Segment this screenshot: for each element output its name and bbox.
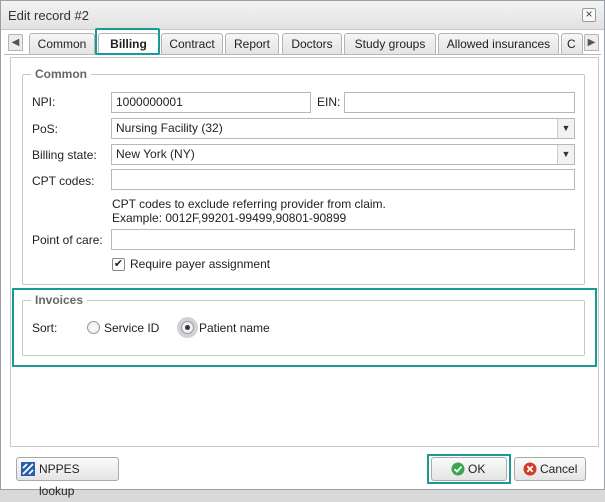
check-circle-icon: [451, 462, 465, 476]
chevron-down-icon[interactable]: ▼: [557, 119, 574, 138]
ein-input[interactable]: [344, 92, 575, 113]
nppes-logo-icon: [21, 462, 35, 476]
pos-select[interactable]: Nursing Facility (32) ▼: [111, 118, 575, 139]
tab-study-groups[interactable]: Study groups: [344, 33, 436, 54]
require-payer-checkbox[interactable]: ✔: [112, 258, 125, 271]
cpt-note-line1: CPT codes to exclude referring provider …: [112, 197, 386, 211]
edit-record-dialog: Edit record #2 × ◀ Common Billing Contra…: [0, 0, 605, 498]
sort-service-id-radio[interactable]: [87, 321, 100, 334]
cpt-note-line2: Example: 0012F,99201-99499,90801-90899: [112, 211, 347, 225]
billing-state-select[interactable]: New York (NY) ▼: [111, 144, 575, 165]
close-icon[interactable]: ×: [582, 8, 596, 22]
ein-label: EIN:: [317, 95, 341, 109]
sort-patient-name-label[interactable]: Patient name: [199, 321, 270, 335]
billing-state-label: Billing state:: [32, 148, 97, 162]
tab-scroll-left-icon[interactable]: ◀: [8, 34, 23, 51]
dialog-titlebar[interactable]: Edit record #2 ×: [1, 1, 604, 30]
tab-common[interactable]: Common: [29, 33, 95, 54]
ok-label: OK: [468, 462, 486, 476]
cancel-button[interactable]: Cancel: [514, 457, 586, 481]
pos-label: PoS:: [32, 122, 59, 136]
common-legend: Common: [31, 67, 91, 81]
tab-overflow[interactable]: C: [561, 33, 583, 54]
cancel-icon: [523, 462, 537, 476]
nppes-lookup-button[interactable]: NPPES lookup: [16, 457, 119, 498]
tab-doctors[interactable]: Doctors: [282, 33, 342, 54]
point-of-care-input[interactable]: [111, 229, 575, 250]
sort-patient-name-radio[interactable]: [181, 321, 194, 334]
chevron-down-icon[interactable]: ▼: [557, 145, 574, 164]
tab-strip: ◀ Common Billing Contract Report Doctors…: [4, 30, 601, 55]
point-of-care-label: Point of care:: [32, 233, 103, 247]
billing-tab-highlight: [95, 28, 160, 55]
sort-service-id-label[interactable]: Service ID: [104, 321, 159, 335]
cpt-codes-input[interactable]: [111, 169, 575, 190]
cancel-label: Cancel: [540, 462, 578, 476]
npi-input[interactable]: 1000000001: [111, 92, 311, 113]
tab-allowed-insurances[interactable]: Allowed insurances: [438, 33, 559, 54]
tab-report[interactable]: Report: [225, 33, 279, 54]
billing-state-value: New York (NY): [116, 147, 195, 161]
npi-label: NPI:: [32, 95, 56, 109]
tab-contract[interactable]: Contract: [161, 33, 223, 54]
ok-button[interactable]: OK: [431, 457, 507, 481]
require-payer-label: Require payer assignment: [130, 257, 271, 271]
nppes-lookup-label: NPPES lookup: [39, 462, 80, 498]
pos-value: Nursing Facility (32): [116, 121, 223, 135]
dialog-title: Edit record #2: [8, 8, 89, 23]
tab-scroll-right-icon[interactable]: ▶: [584, 34, 599, 51]
cpt-codes-label: CPT codes:: [32, 174, 95, 188]
sort-label: Sort:: [32, 321, 58, 335]
